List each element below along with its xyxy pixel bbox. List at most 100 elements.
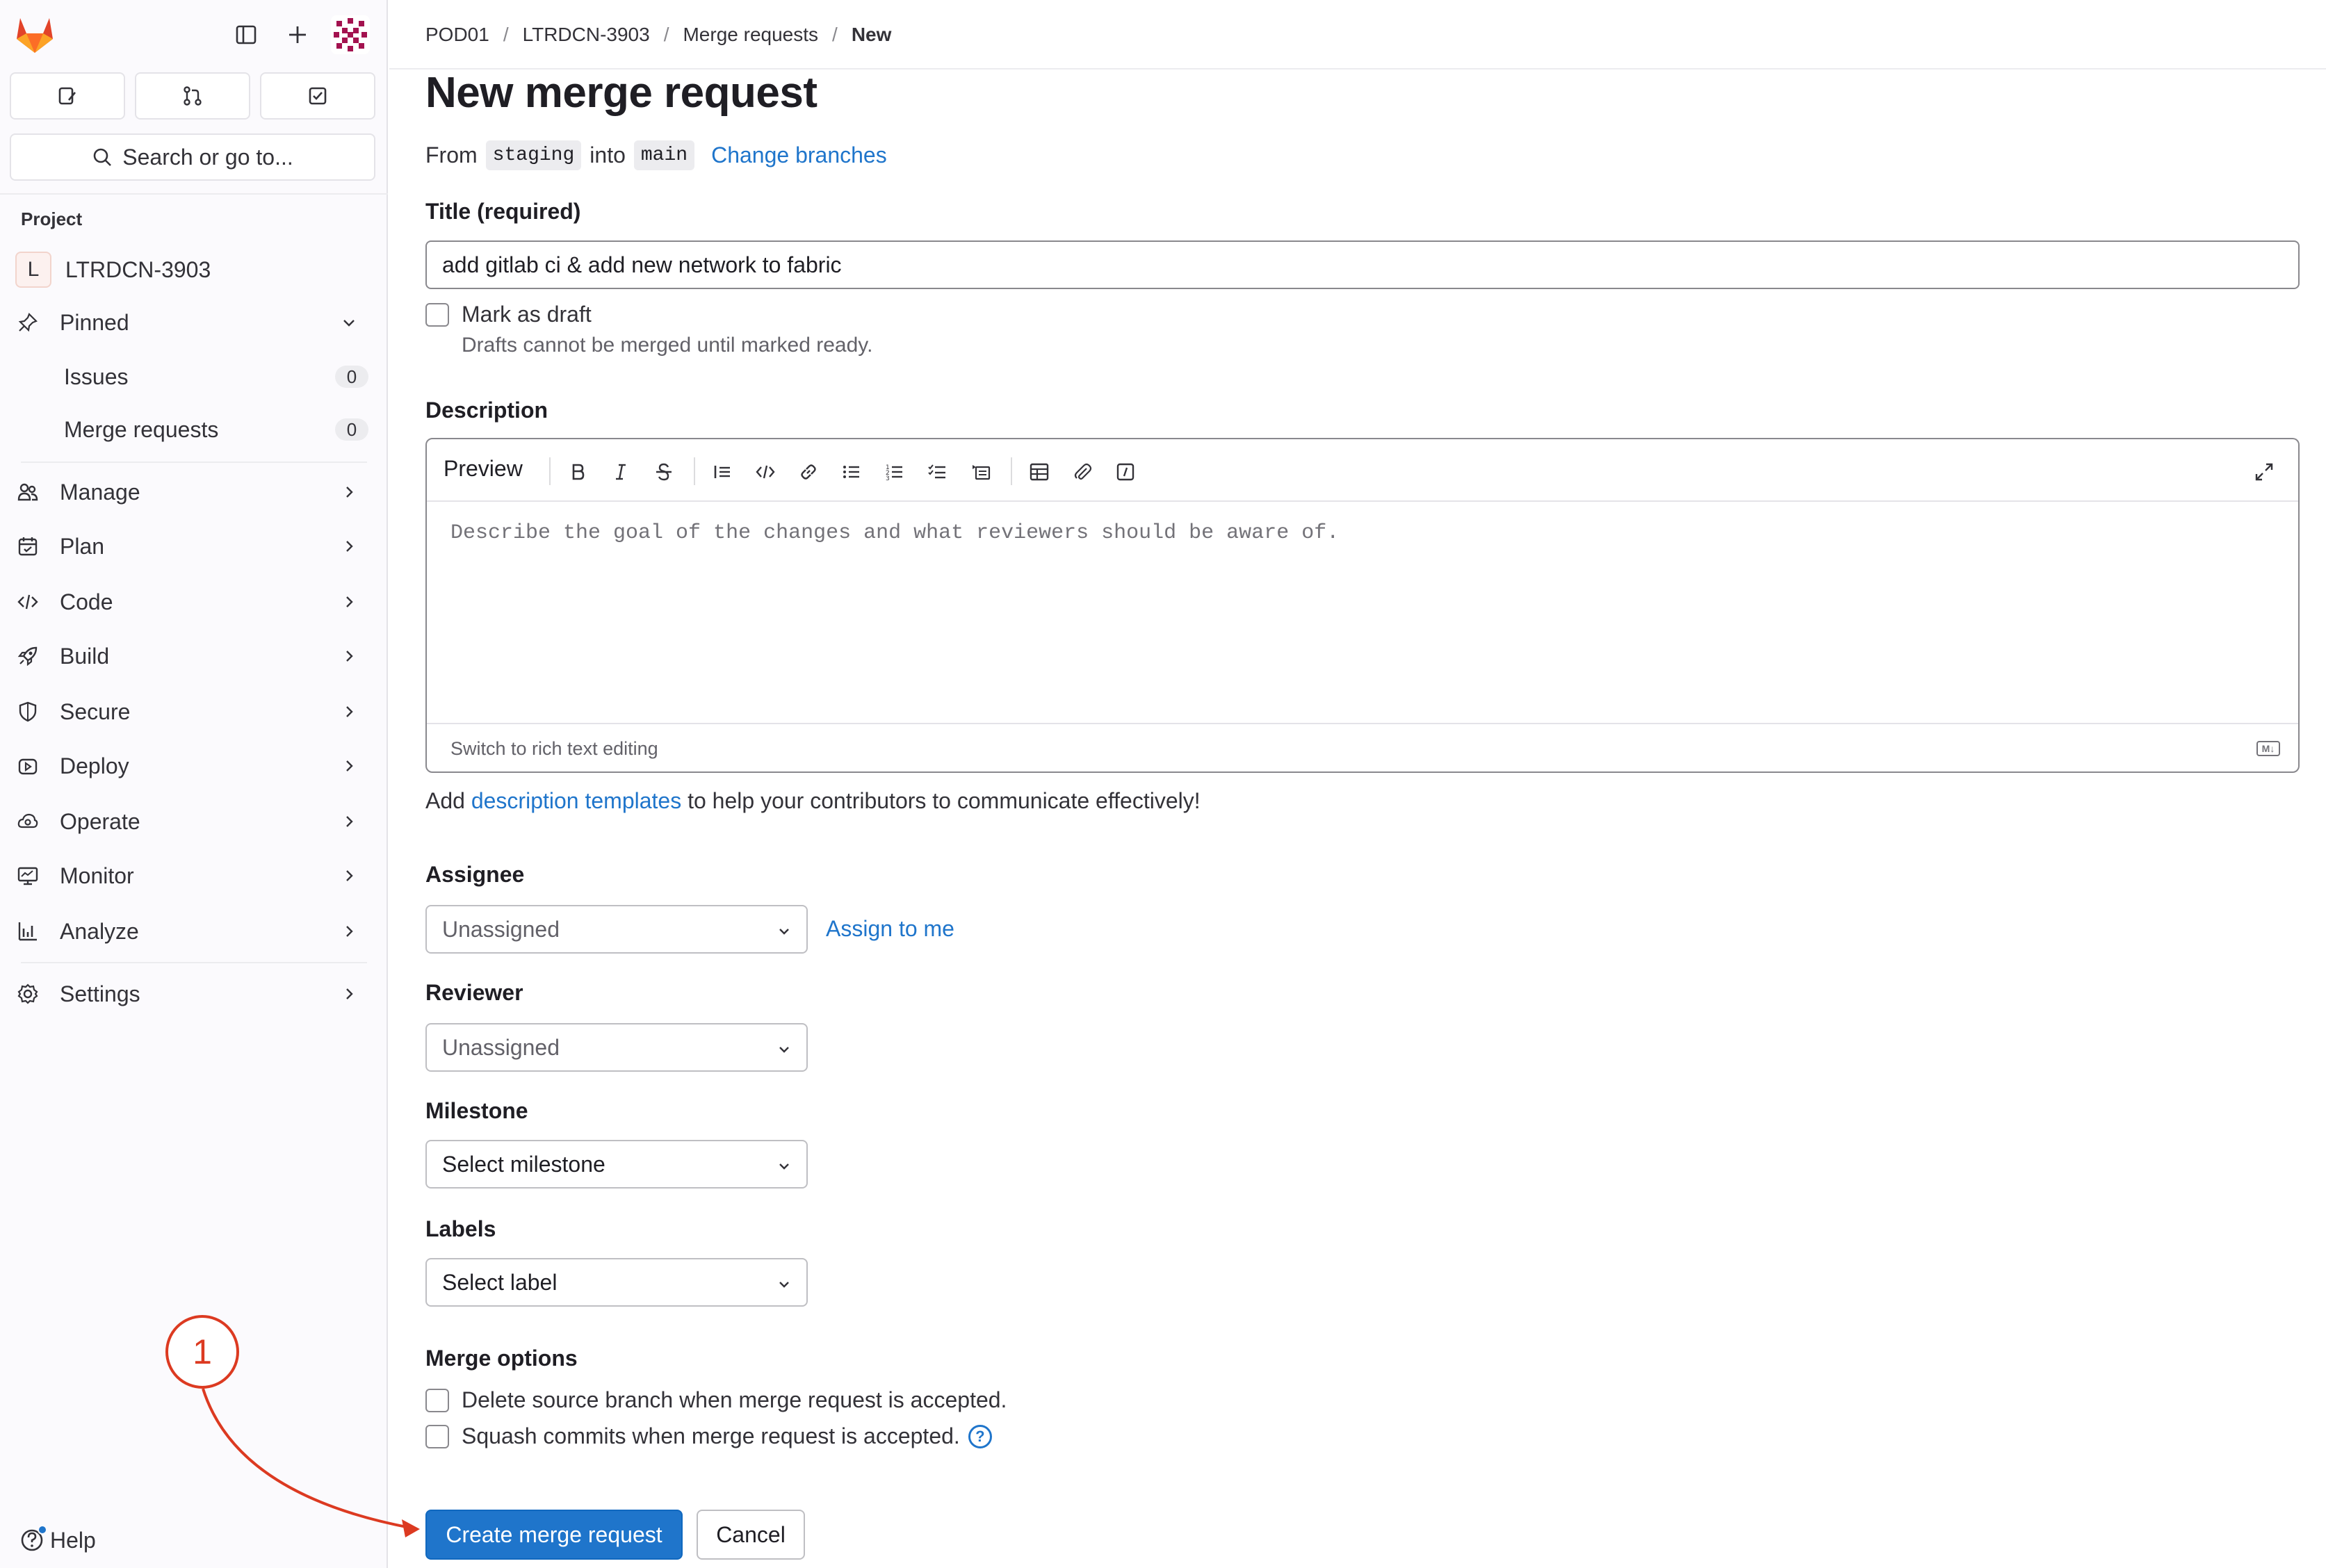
merge-requests-tab[interactable]: [135, 72, 250, 120]
toolbar-separator: [694, 457, 695, 485]
chevron-right-icon: [346, 487, 353, 498]
strikethrough-icon[interactable]: [651, 459, 677, 485]
sidebar-item-settings[interactable]: Settings: [15, 972, 373, 1016]
pinned-section-toggle[interactable]: Pinned: [15, 300, 373, 345]
cloud-gear-icon: [15, 809, 40, 834]
sidebar-item-issues[interactable]: Issues 0: [64, 354, 370, 399]
preview-button[interactable]: Preview: [444, 456, 523, 482]
plus-icon[interactable]: [279, 17, 316, 53]
description-templates-link[interactable]: description templates: [471, 788, 681, 813]
description-textarea[interactable]: Describe the goal of the changes and wha…: [450, 521, 1339, 545]
toolbar-separator: [549, 457, 551, 485]
issues-count-badge: 0: [335, 366, 368, 388]
sidebar-item-analyze[interactable]: Analyze: [15, 909, 373, 954]
chevron-down-icon: [779, 1163, 789, 1170]
description-label: Description: [425, 398, 548, 423]
title-label: Title (required): [425, 199, 581, 224]
chevron-right-icon: [346, 760, 353, 771]
sidebar-item-build[interactable]: Build: [15, 634, 373, 678]
chevron-down-icon: [343, 320, 355, 327]
sidebar-item-deploy[interactable]: Deploy: [15, 744, 373, 788]
gitlab-logo-icon[interactable]: [13, 13, 57, 56]
sidebar-item-manage[interactable]: Manage: [15, 470, 373, 514]
delete-source-branch-label: Delete source branch when merge request …: [462, 1387, 1007, 1412]
sidebar-item-monitor[interactable]: Monitor: [15, 854, 373, 898]
project-link[interactable]: L LTRDCN-3903: [15, 252, 211, 288]
chevron-right-icon: [346, 988, 353, 999]
milestone-label: Milestone: [425, 1098, 528, 1123]
numbered-list-icon[interactable]: 123: [881, 459, 908, 485]
sidebar-item-operate[interactable]: Operate: [15, 799, 373, 844]
title-input[interactable]: add gitlab ci & add new network to fabri…: [425, 240, 2300, 289]
sidebar-item-secure[interactable]: Secure: [15, 689, 373, 734]
change-branches-link[interactable]: Change branches: [711, 142, 887, 168]
gear-icon: [15, 981, 40, 1006]
code-icon[interactable]: [752, 459, 779, 485]
draft-help-text: Drafts cannot be merged until marked rea…: [462, 334, 873, 357]
delete-source-branch-row[interactable]: Delete source branch when merge request …: [425, 1387, 1007, 1413]
create-merge-request-button[interactable]: Create merge request: [425, 1510, 683, 1560]
sidebar-item-plan[interactable]: Plan: [15, 524, 373, 569]
attach-file-icon[interactable]: [1069, 459, 1096, 485]
chevron-down-icon: [779, 1282, 789, 1288]
issues-icon: [58, 87, 76, 105]
breadcrumb-current[interactable]: New: [852, 24, 892, 46]
sidebar-item-label: Manage: [60, 479, 140, 505]
annotation-step-marker: 1: [165, 1315, 239, 1389]
toolbar-separator: [1011, 457, 1012, 485]
link-icon[interactable]: [795, 459, 822, 485]
assign-to-me-link[interactable]: Assign to me: [826, 916, 954, 942]
collapsible-section-icon[interactable]: [968, 459, 994, 485]
breadcrumb-item[interactable]: LTRDCN-3903: [523, 24, 650, 46]
sidebar-item-label: Code: [60, 589, 113, 614]
breadcrumb: POD01 / LTRDCN-3903 / Merge requests / N…: [425, 24, 891, 46]
description-editor: Preview 123 Describe the goal of the cha…: [425, 438, 2300, 773]
sidebar-item-label: Plan: [60, 533, 105, 559]
branch-info: From staging into main Change branches: [425, 140, 887, 170]
italic-icon[interactable]: [608, 459, 634, 485]
sidebar-toggle-icon[interactable]: [228, 17, 264, 53]
chevron-right-icon: [346, 706, 353, 717]
milestone-dropdown[interactable]: Select milestone: [425, 1140, 808, 1189]
help-label: Help: [50, 1527, 96, 1553]
user-avatar[interactable]: [331, 15, 370, 54]
fullscreen-icon[interactable]: [2251, 459, 2277, 485]
labels-dropdown[interactable]: Select label: [425, 1258, 808, 1307]
mark-as-draft-checkbox[interactable]: [425, 302, 449, 327]
labels-label: Labels: [425, 1216, 496, 1241]
assignee-dropdown[interactable]: Unassigned: [425, 905, 808, 954]
sidebar-item-label: Operate: [60, 808, 140, 834]
quote-icon[interactable]: [709, 459, 735, 485]
chevron-right-icon: [346, 816, 353, 827]
project-avatar: L: [15, 252, 51, 288]
reviewer-dropdown[interactable]: Unassigned: [425, 1023, 808, 1072]
question-icon[interactable]: ?: [968, 1424, 992, 1448]
delete-source-branch-checkbox[interactable]: [425, 1388, 449, 1412]
search-button[interactable]: Search or go to...: [10, 133, 375, 181]
mark-as-draft-row[interactable]: Mark as draft: [425, 302, 592, 327]
users-icon: [15, 480, 40, 505]
breadcrumb-item[interactable]: POD01: [425, 24, 489, 46]
assigned-issues-tab[interactable]: [10, 72, 125, 120]
task-list-icon[interactable]: [925, 459, 951, 485]
into-label: into: [589, 142, 626, 168]
switch-to-rich-text-button[interactable]: Switch to rich text editing: [450, 738, 658, 760]
mark-as-draft-label: Mark as draft: [462, 302, 592, 327]
bullet-list-icon[interactable]: [838, 459, 865, 485]
quick-actions-icon[interactable]: [1112, 459, 1139, 485]
rocket-icon: [15, 644, 40, 669]
breadcrumb-separator: /: [832, 24, 838, 45]
table-icon[interactable]: [1026, 459, 1052, 485]
sidebar-item-code[interactable]: Code: [15, 580, 373, 624]
editor-footer: Switch to rich text editing M↓: [427, 723, 2298, 771]
bold-icon[interactable]: [564, 459, 591, 485]
breadcrumb-item[interactable]: Merge requests: [683, 24, 818, 46]
cancel-button[interactable]: Cancel: [697, 1510, 805, 1560]
note-prefix: Add: [425, 788, 465, 813]
squash-commits-checkbox[interactable]: [425, 1424, 449, 1448]
squash-commits-row[interactable]: Squash commits when merge request is acc…: [425, 1423, 992, 1449]
main-content: POD01 / LTRDCN-3903 / Merge requests / N…: [389, 0, 2326, 1568]
todos-tab[interactable]: [260, 72, 375, 120]
sidebar-item-merge-requests[interactable]: Merge requests 0: [64, 407, 370, 452]
help-button[interactable]: Help: [19, 1525, 96, 1554]
